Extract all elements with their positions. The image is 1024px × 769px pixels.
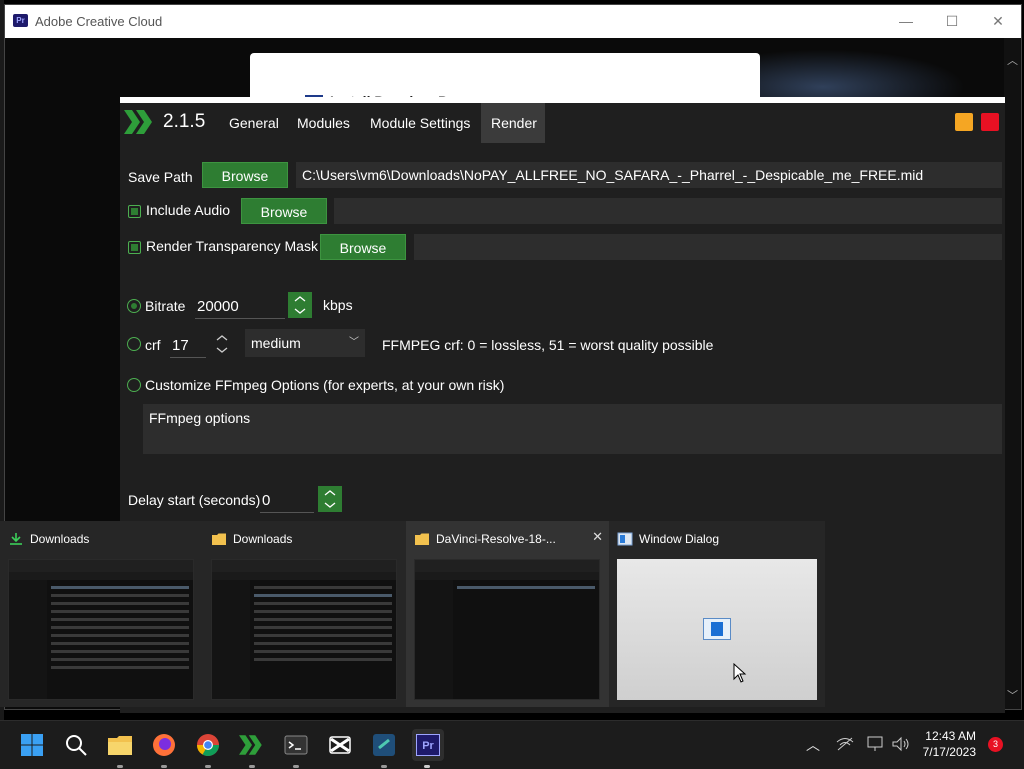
close-button[interactable]: ✕ — [984, 11, 1012, 31]
bitrate-stepper[interactable] — [288, 292, 312, 318]
app-logo-icon — [124, 110, 152, 134]
crf-preset-value: medium — [251, 335, 301, 351]
dialog-app-icon — [703, 618, 731, 640]
app-header: 2.1.5 General Modules Module Settings Re… — [120, 103, 1005, 143]
delay-start-stepper[interactable] — [318, 486, 342, 512]
crf-input[interactable]: 17 — [170, 334, 206, 358]
crf-preset-dropdown[interactable]: medium ﹀ — [245, 329, 365, 357]
thumbnail-title: DaVinci-Resolve-18-... — [436, 532, 556, 546]
delay-start-label: Delay start (seconds) — [128, 492, 261, 508]
explorer-preview — [211, 559, 397, 700]
taskbar-thumbnail-preview: Downloads Downloads DaVinci-Resolve-18-.… — [0, 521, 825, 707]
terminal-icon[interactable] — [280, 729, 312, 761]
crf-label: crf — [145, 337, 161, 353]
scroll-up-icon[interactable]: ︿ — [1007, 52, 1018, 68]
thumbnail-close-icon[interactable]: ✕ — [592, 529, 603, 545]
windows-start-icon[interactable] — [16, 729, 48, 761]
adobe-app-icon: Pr — [13, 14, 28, 27]
bitrate-radio[interactable] — [127, 299, 141, 313]
premiere-pro-badge: Pr — [416, 734, 440, 756]
minimize-square-button[interactable] — [955, 113, 973, 131]
green-chevron-app-icon[interactable] — [236, 729, 268, 761]
folder-icon — [415, 533, 429, 545]
clock-time: 12:43 AM — [925, 729, 976, 743]
thumbnail-title: Downloads — [233, 532, 293, 546]
adobe-window-title: Adobe Creative Cloud — [35, 14, 163, 29]
chevron-down-icon: ﹀ — [349, 337, 359, 348]
bitrate-unit: kbps — [323, 297, 353, 313]
file-explorer-icon[interactable] — [104, 729, 136, 761]
thumbnail-davinci-resolve[interactable]: DaVinci-Resolve-18-... ✕ — [406, 521, 609, 707]
bitrate-label: Bitrate — [145, 298, 186, 314]
delay-start-input[interactable]: 0 — [260, 489, 314, 513]
scroll-down-icon[interactable]: ﹀ — [1007, 687, 1018, 703]
thumbnail-title: Downloads — [30, 532, 90, 546]
crf-radio[interactable] — [127, 337, 141, 351]
crf-stepper[interactable] — [210, 331, 234, 357]
app-version: 2.1.5 — [163, 111, 206, 132]
windows-taskbar: Pr ︿ 12:43 AM 7/17/2023 3 — [0, 720, 1024, 769]
crf-hint: FFMPEG crf: 0 = lossless, 51 = worst qua… — [382, 337, 714, 353]
download-arrow-icon — [10, 533, 22, 545]
taskbar-clock[interactable]: 12:43 AM 7/17/2023 — [904, 728, 976, 760]
show-hidden-icons-chevron-icon[interactable]: ︿ — [806, 735, 820, 755]
close-square-button[interactable] — [981, 113, 999, 131]
save-path-browse-button[interactable]: Browse — [202, 162, 288, 188]
tab-module-settings[interactable]: Module Settings — [360, 103, 480, 143]
ffmpeg-options-textarea[interactable]: FFmpeg options — [143, 404, 1002, 454]
transparency-mask-browse-button[interactable]: Browse — [320, 234, 406, 260]
include-audio-checkbox[interactable] — [128, 205, 141, 218]
tab-general[interactable]: General — [219, 103, 289, 143]
minimize-button[interactable]: — — [892, 11, 920, 31]
mouse-cursor-icon — [733, 663, 747, 683]
chrome-icon[interactable] — [192, 729, 224, 761]
network-off-icon[interactable] — [836, 737, 854, 751]
include-audio-path-input[interactable] — [334, 198, 1002, 224]
transparency-mask-checkbox[interactable] — [128, 241, 141, 254]
adobe-titlebar: Pr Adobe Creative Cloud — ☐ ✕ — [5, 5, 1021, 38]
save-path-input[interactable]: C:\Users\vm6\Downloads\NoPAY_ALLFREE_NO_… — [296, 162, 1002, 188]
window-dialog-icon — [617, 532, 633, 546]
thumbnail-title: Window Dialog — [639, 532, 720, 546]
custom-ffmpeg-radio[interactable] — [127, 378, 141, 392]
explorer-preview — [414, 559, 600, 700]
include-audio-label: Include Audio — [146, 202, 231, 218]
thumbnail-downloads-2[interactable]: Downloads — [203, 521, 406, 707]
stepper-chevrons-icon — [324, 490, 336, 508]
capcut-icon[interactable] — [324, 729, 356, 761]
thumbnail-downloads-1[interactable]: Downloads — [0, 521, 203, 707]
include-audio-browse-button[interactable]: Browse — [241, 198, 327, 224]
clock-date: 7/17/2023 — [922, 745, 976, 759]
tab-modules[interactable]: Modules — [287, 103, 360, 143]
transparency-mask-path-input[interactable] — [414, 234, 1002, 260]
folder-icon — [212, 533, 226, 545]
adobe-scrollbar[interactable]: ︿ ﹀ — [1004, 38, 1021, 709]
stepper-chevrons-icon — [294, 296, 306, 314]
transparency-mask-label: Render Transparency Mask — [146, 238, 318, 254]
explorer-preview — [8, 559, 194, 700]
monitor-icon[interactable] — [866, 735, 886, 753]
window-dialog-preview — [617, 559, 817, 700]
search-icon[interactable] — [60, 729, 92, 761]
custom-ffmpeg-label: Customize FFmpeg Options (for experts, a… — [145, 377, 505, 393]
notification-badge[interactable]: 3 — [988, 737, 1003, 752]
bitrate-input[interactable]: 20000 — [195, 295, 285, 319]
save-path-label: Save Path — [128, 169, 193, 185]
firefox-icon[interactable] — [148, 729, 180, 761]
stepper-chevrons-icon — [216, 335, 228, 353]
tab-render[interactable]: Render — [481, 103, 545, 143]
ide-icon[interactable] — [368, 729, 400, 761]
premiere-pro-icon[interactable]: Pr — [412, 729, 444, 761]
maximize-button[interactable]: ☐ — [938, 11, 966, 31]
